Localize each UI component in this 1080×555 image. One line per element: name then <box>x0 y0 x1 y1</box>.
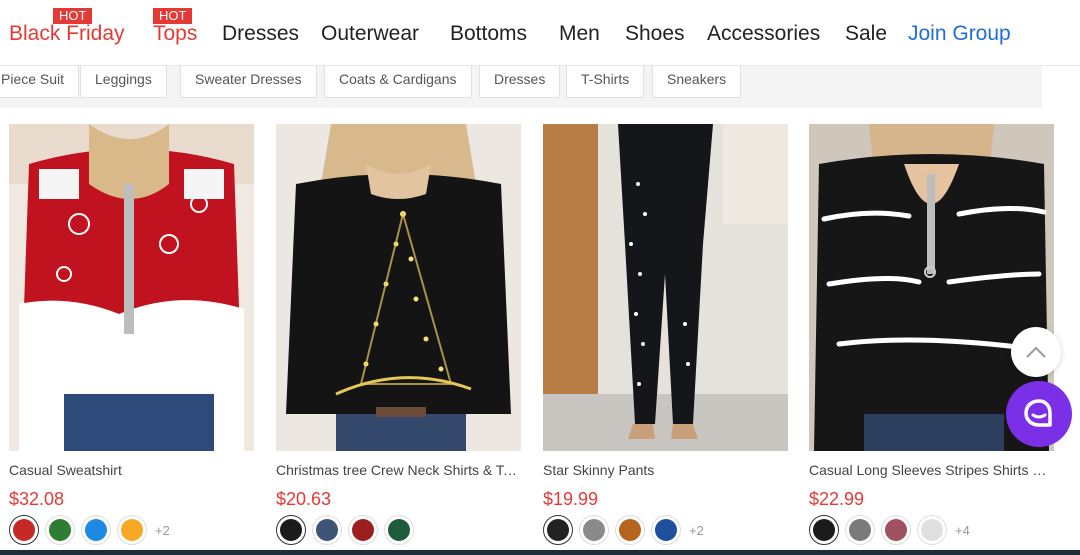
product-price: $32.08 <box>9 489 65 509</box>
nav-bottoms[interactable]: Bottoms <box>450 22 527 46</box>
chip-piece-suit[interactable]: Piece Suit <box>0 66 80 98</box>
nav-shoes[interactable]: Shoes <box>625 22 685 46</box>
color-swatch[interactable] <box>9 515 39 545</box>
christmas-tree-shirt-image <box>276 124 521 451</box>
chat-button[interactable] <box>1006 381 1072 447</box>
chip-coats-cardigans[interactable]: Coats & Cardigans <box>324 66 472 98</box>
color-swatch[interactable] <box>117 515 147 545</box>
sweatshirt-image <box>9 124 254 451</box>
color-swatch[interactable] <box>845 515 875 545</box>
nav-accessories[interactable]: Accessories <box>707 22 820 46</box>
nav-join-group[interactable]: Join Group <box>908 22 1011 46</box>
product-card[interactable]: Casual Sweatshirt $32.08 +2 <box>9 124 254 545</box>
nav-sale[interactable]: Sale <box>845 22 887 46</box>
chip-sneakers[interactable]: Sneakers <box>652 66 742 98</box>
product-name[interactable]: Christmas tree Crew Neck Shirts & Tops <box>276 462 521 478</box>
color-swatch[interactable] <box>312 515 342 545</box>
color-swatch[interactable] <box>543 515 573 545</box>
chip-dresses[interactable]: Dresses <box>479 66 561 98</box>
chip-sweater-dresses[interactable]: Sweater Dresses <box>180 66 317 98</box>
product-card[interactable]: Star Skinny Pants $19.99 +2 <box>543 124 788 545</box>
product-name[interactable]: Star Skinny Pants <box>543 462 788 478</box>
nav-men[interactable]: Men <box>559 22 600 46</box>
color-swatch[interactable] <box>45 515 75 545</box>
product-price: $22.99 <box>809 489 865 509</box>
scroll-to-top-button[interactable] <box>1011 327 1061 377</box>
chip-t-shirts[interactable]: T-Shirts <box>566 66 645 98</box>
color-swatch[interactable] <box>348 515 378 545</box>
color-swatches: +4 <box>809 515 970 545</box>
color-swatch[interactable] <box>579 515 609 545</box>
bottom-bar <box>0 550 1080 555</box>
top-navigation: HOT Black Friday HOT Tops Dresses Outerw… <box>0 0 1080 66</box>
subcategory-bar: Piece Suit Leggings Sweater Dresses Coat… <box>0 66 1042 108</box>
color-swatches: +2 <box>543 515 704 545</box>
color-swatch[interactable] <box>881 515 911 545</box>
more-colors-count[interactable]: +2 <box>689 523 704 538</box>
product-image[interactable] <box>276 124 521 451</box>
nav-black-friday[interactable]: HOT Black Friday <box>9 8 125 46</box>
nav-label: Tops <box>153 22 198 45</box>
product-name[interactable]: Casual Long Sleeves Stripes Shirts & Top… <box>809 462 1054 478</box>
color-swatch[interactable] <box>384 515 414 545</box>
color-swatch[interactable] <box>615 515 645 545</box>
color-swatch[interactable] <box>917 515 947 545</box>
product-image[interactable] <box>9 124 254 451</box>
nav-tops[interactable]: HOT Tops <box>153 8 198 46</box>
chevron-up-icon <box>1026 346 1046 358</box>
nav-label: Black Friday <box>9 22 125 45</box>
color-swatches: +2 <box>9 515 170 545</box>
product-price: $20.63 <box>276 489 332 509</box>
hot-badge: HOT <box>53 8 93 24</box>
product-image[interactable] <box>543 124 788 451</box>
chip-leggings[interactable]: Leggings <box>80 66 167 98</box>
nav-outerwear[interactable]: Outerwear <box>321 22 419 46</box>
chat-bubble-icon <box>1024 399 1052 427</box>
color-swatch[interactable] <box>81 515 111 545</box>
nav-dresses[interactable]: Dresses <box>222 22 299 46</box>
more-colors-count[interactable]: +4 <box>955 523 970 538</box>
product-card[interactable]: Christmas tree Crew Neck Shirts & Tops $… <box>276 124 521 545</box>
color-swatch[interactable] <box>651 515 681 545</box>
product-name[interactable]: Casual Sweatshirt <box>9 462 254 478</box>
color-swatch[interactable] <box>809 515 839 545</box>
color-swatch[interactable] <box>276 515 306 545</box>
hot-badge: HOT <box>153 8 193 24</box>
product-price: $19.99 <box>543 489 599 509</box>
skinny-pants-image <box>543 124 788 451</box>
color-swatches <box>276 515 422 545</box>
more-colors-count[interactable]: +2 <box>155 523 170 538</box>
